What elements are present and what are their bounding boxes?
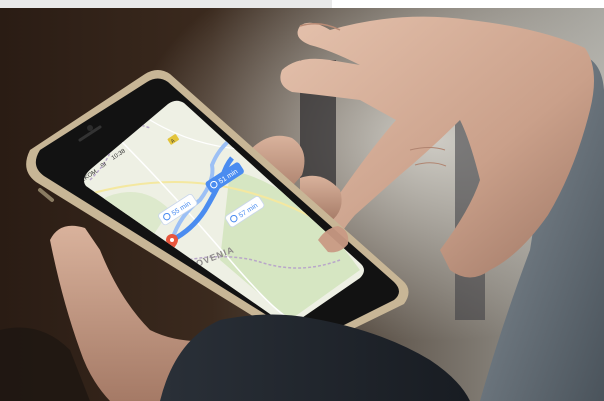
front-camera-icon [87, 125, 93, 131]
photo: TELEKOM SI 10:38 A A2 55 min 51 min 57 m… [0, 0, 604, 401]
